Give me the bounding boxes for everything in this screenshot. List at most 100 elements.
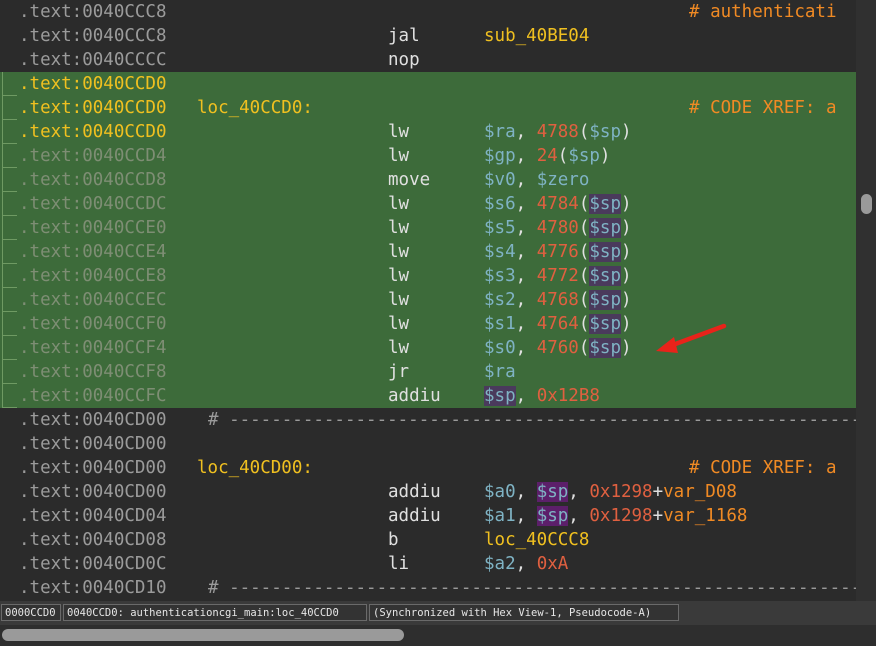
line-address[interactable]: .text:0040CD04 (19, 504, 167, 528)
operand-token[interactable]: ) (621, 290, 632, 310)
operand-token[interactable]: $sp (589, 266, 621, 286)
operand-token[interactable]: $zero (537, 170, 590, 190)
operand-token[interactable]: 4780 (537, 218, 579, 238)
instruction-mnemonic[interactable]: lw (388, 264, 409, 288)
listing-line[interactable]: .text:0040CD00 addiu $a0, $sp, 0x1298+var_… (0, 480, 856, 504)
operand-token[interactable]: $a0 (484, 482, 516, 502)
operand-token[interactable]: $sp (568, 146, 600, 166)
instruction-mnemonic[interactable]: lw (388, 288, 409, 312)
line-address[interactable]: .text:0040CCE4 (19, 240, 167, 264)
line-address[interactable]: .text:0040CCF0 (19, 312, 167, 336)
line-address[interactable]: .text:0040CCD4 (19, 144, 167, 168)
listing-line[interactable]: .text:0040CCD0 loc_40CCD0: # CODE XREF: a (0, 96, 856, 120)
operand-token[interactable]: $a1 (484, 506, 516, 526)
operand-token[interactable]: , (516, 482, 537, 502)
operand-token[interactable]: , (516, 554, 537, 574)
operand-token[interactable]: $sp (589, 218, 621, 238)
operand-token[interactable]: 4764 (537, 314, 579, 334)
operand-token[interactable]: , (516, 122, 537, 142)
line-address[interactable]: .text:0040CCC8 (19, 24, 167, 48)
listing-line[interactable]: .text:0040CCDC lw $s6, 4784($sp) (0, 192, 856, 216)
operand-token[interactable]: , (568, 506, 589, 526)
instruction-mnemonic[interactable]: nop (388, 48, 420, 72)
operand-token[interactable]: 0x1298 (589, 482, 652, 502)
operand-token[interactable]: ( (579, 314, 590, 334)
operand-token[interactable]: ( (579, 290, 590, 310)
line-address[interactable]: .text:0040CCD0 (19, 96, 167, 120)
listing-line[interactable]: .text:0040CCF8 jr $ra (0, 360, 856, 384)
operand-token[interactable]: 4768 (537, 290, 579, 310)
line-address[interactable]: .text:0040CCE0 (19, 216, 167, 240)
instruction-operands[interactable]: $s2, 4768($sp) (484, 288, 632, 312)
operand-token[interactable]: sub_40BE04 (484, 26, 589, 46)
operand-token[interactable]: $s5 (484, 218, 516, 238)
operand-token[interactable]: ) (621, 218, 632, 238)
instruction-mnemonic[interactable]: lw (388, 120, 409, 144)
operand-token[interactable]: 4788 (537, 122, 579, 142)
operand-token[interactable]: ( (579, 338, 590, 358)
line-address[interactable]: .text:0040CCFC (19, 384, 167, 408)
operand-token[interactable]: 0x1298 (589, 506, 652, 526)
instruction-mnemonic[interactable]: lw (388, 144, 409, 168)
operand-token[interactable]: 4760 (537, 338, 579, 358)
line-address[interactable]: .text:0040CCF8 (19, 360, 167, 384)
line-address[interactable]: .text:0040CD00 (19, 432, 167, 456)
operand-token[interactable]: $sp (589, 242, 621, 262)
operand-token[interactable]: ) (621, 266, 632, 286)
operand-token[interactable]: $s4 (484, 242, 516, 262)
operand-token[interactable]: , (516, 194, 537, 214)
listing-line[interactable]: .text:0040CCFC addiu $sp, 0x12B8 (0, 384, 856, 408)
operand-token[interactable]: $s6 (484, 194, 516, 214)
line-address[interactable]: .text:0040CCCC (19, 48, 167, 72)
vertical-scrollbar[interactable] (856, 0, 876, 601)
listing-line[interactable]: .text:0040CCD4 lw $gp, 24($sp) (0, 144, 856, 168)
instruction-mnemonic[interactable]: lw (388, 192, 409, 216)
line-address[interactable]: .text:0040CCD8 (19, 168, 167, 192)
operand-token[interactable]: $sp (536, 482, 569, 502)
instruction-operands[interactable]: $a1, $sp, 0x1298+var_1168 (484, 504, 747, 528)
operand-token[interactable]: var_1168 (663, 506, 747, 526)
instruction-mnemonic[interactable]: move (388, 168, 430, 192)
listing-line[interactable]: .text:0040CCD0 (0, 72, 856, 96)
line-address[interactable]: .text:0040CCD0 (19, 120, 167, 144)
instruction-operands[interactable]: loc_40CCC8 (484, 528, 589, 552)
instruction-operands[interactable]: $s5, 4780($sp) (484, 216, 632, 240)
operand-token[interactable]: ) (621, 314, 632, 334)
code-label[interactable]: loc_40CD00: (197, 456, 313, 480)
line-address[interactable]: .text:0040CD10 (19, 576, 167, 600)
operand-token[interactable]: $s3 (484, 266, 516, 286)
vertical-scroll-thumb[interactable] (861, 194, 872, 214)
operand-token[interactable]: $s0 (484, 338, 516, 358)
operand-token[interactable]: 4784 (537, 194, 579, 214)
instruction-operands[interactable]: $s3, 4772($sp) (484, 264, 632, 288)
line-address[interactable]: .text:0040CD00 (19, 456, 167, 480)
listing-line[interactable]: .text:0040CCC8 # authenticati (0, 0, 856, 24)
listing-line[interactable]: .text:0040CCEC lw $s2, 4768($sp) (0, 288, 856, 312)
operand-token[interactable]: $a2 (484, 554, 516, 574)
operand-token[interactable]: $sp (589, 122, 621, 142)
instruction-mnemonic[interactable]: addiu (388, 480, 441, 504)
listing-line[interactable]: .text:0040CD10 # ------------------------… (0, 576, 856, 600)
operand-token[interactable]: ( (558, 146, 569, 166)
instruction-mnemonic[interactable]: lw (388, 336, 409, 360)
operand-token[interactable]: $ra (484, 362, 516, 382)
operand-token[interactable]: ) (621, 194, 632, 214)
instruction-operands[interactable]: $s1, 4764($sp) (484, 312, 632, 336)
line-address[interactable]: .text:0040CCD0 (19, 72, 167, 96)
instruction-mnemonic[interactable]: lw (388, 216, 409, 240)
operand-token[interactable]: 24 (537, 146, 558, 166)
instruction-operands[interactable]: $a2, 0xA (484, 552, 568, 576)
listing-line[interactable]: .text:0040CCCC nop (0, 48, 856, 72)
operand-token[interactable]: , (516, 218, 537, 238)
listing-line[interactable]: .text:0040CD00 # ------------------------… (0, 408, 856, 432)
operand-token[interactable]: + (653, 506, 664, 526)
instruction-mnemonic[interactable]: b (388, 528, 399, 552)
operand-token[interactable]: , (516, 146, 537, 166)
listing-line[interactable]: .text:0040CCE0 lw $s5, 4780($sp) (0, 216, 856, 240)
line-address[interactable]: .text:0040CD00 (19, 480, 167, 504)
operand-token[interactable]: 4772 (537, 266, 579, 286)
listing-line[interactable]: .text:0040CD00 loc_40CD00: # CODE XREF: a (0, 456, 856, 480)
instruction-operands[interactable]: sub_40BE04 (484, 24, 589, 48)
line-address[interactable]: .text:0040CCE8 (19, 264, 167, 288)
instruction-mnemonic[interactable]: li (388, 552, 409, 576)
